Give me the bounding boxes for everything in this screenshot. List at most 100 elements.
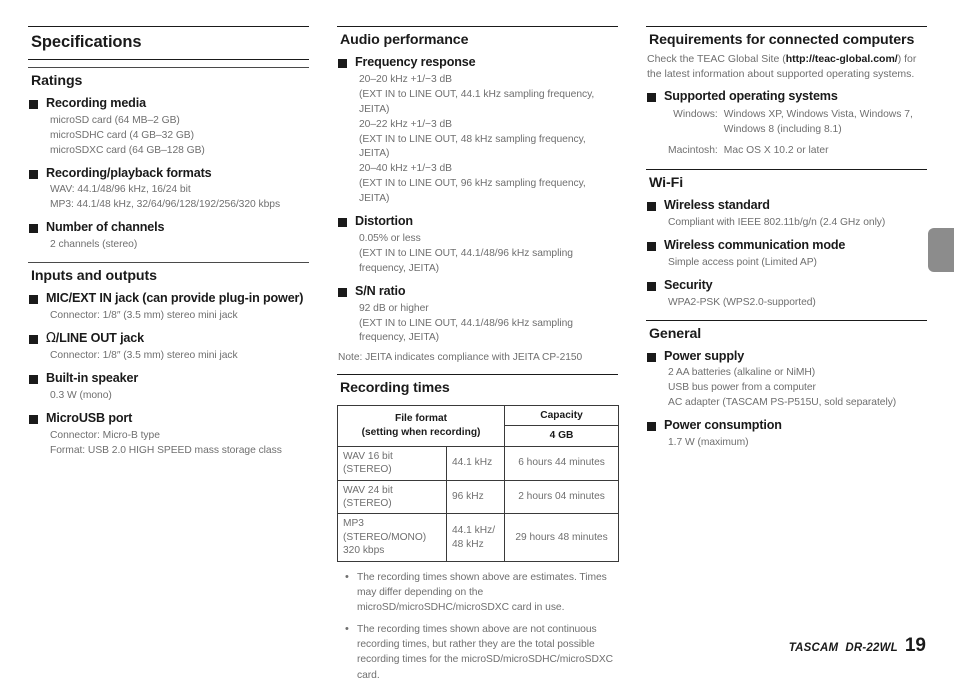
spec-item-microusb-port: MicroUSB port Connector: Micro-B type Fo…	[28, 411, 309, 459]
section-title-audio-performance: Audio performance	[340, 32, 469, 48]
spec-heading-text: MicroUSB port	[46, 410, 133, 425]
spec-item-security: Security WPA2-PSK (WPS2.0-supported)	[646, 278, 927, 311]
cell-time: 29 hours 48 minutes	[504, 513, 620, 562]
spec-item-distortion: Distortion 0.05% or less (EXT IN to LINE…	[337, 214, 618, 277]
spec-item-wireless-standard: Wireless standard Compliant with IEEE 80…	[646, 198, 927, 231]
spec-detail: Connector: 1/8″ (3.5 mm) stereo mini jac…	[50, 309, 309, 324]
teac-global-site-link[interactable]: http://teac-global.com/	[786, 53, 898, 65]
section-rule-general	[646, 319, 927, 321]
square-bullet-icon	[29, 375, 38, 385]
spec-heading: Distortion	[337, 214, 618, 230]
spec-heading-text: S/N ratio	[355, 283, 406, 298]
recording-times-table: File format (setting when recording) Cap…	[336, 404, 620, 562]
model-name: DR-22WL	[845, 642, 898, 654]
os-value: Mac OS X 10.2 or later	[723, 145, 829, 157]
specifications-page: Specifications Ratings Recording media m…	[0, 0, 954, 681]
supported-os-table: Windows: Windows XP, Windows Vista, Wind…	[668, 108, 927, 165]
section-title-inputs-outputs: Inputs and outputs	[31, 268, 157, 285]
section-title-general: General	[649, 325, 702, 342]
spec-heading: MIC/EXT IN jack (can provide plug-in pow…	[28, 291, 309, 307]
header-file-format: File format (setting when recording)	[336, 404, 506, 447]
cell-time: 2 hours 04 minutes	[504, 479, 620, 515]
square-bullet-icon	[647, 241, 656, 251]
spec-detail: Connector: 1/8″ (3.5 mm) stereo mini jac…	[50, 349, 309, 364]
spec-heading: MicroUSB port	[28, 411, 309, 427]
spec-detail: 2 channels (stereo)	[50, 238, 309, 253]
section-title-recording-times: Recording times	[340, 379, 450, 396]
spec-heading: Number of channels	[28, 220, 309, 236]
spec-heading-text: Wireless standard	[664, 198, 770, 213]
spec-detail-line: Simple access point (Limited AP)	[668, 256, 817, 268]
spec-heading: Power supply	[646, 349, 927, 365]
square-bullet-icon	[647, 202, 656, 212]
spec-detail-line: 20–40 kHz +1/−3 dB	[359, 163, 452, 175]
square-bullet-icon	[29, 224, 38, 234]
os-label: Windows:	[673, 109, 718, 121]
spec-heading: Frequency response	[337, 55, 618, 71]
spec-detail: 20–20 kHz +1/−3 dB (EXT IN to LINE OUT, …	[359, 73, 618, 207]
square-bullet-icon	[647, 352, 656, 362]
spec-detail: 92 dB or higher (EXT IN to LINE OUT, 44.…	[359, 302, 618, 347]
spec-heading: Security	[646, 278, 927, 294]
section-rule-wifi	[646, 169, 927, 171]
square-bullet-icon	[29, 334, 38, 344]
section-title-ratings: Ratings	[31, 73, 83, 89]
spec-heading-text: Built-in speaker	[46, 371, 139, 386]
square-bullet-icon	[29, 414, 38, 424]
spec-detail-line: Connector: Micro-B type	[50, 429, 160, 441]
spec-detail-line: USB bus power from a computer	[668, 382, 816, 394]
spec-heading: Recording media	[28, 96, 309, 112]
square-bullet-icon	[29, 169, 38, 179]
spec-item-line-out-jack: Ω/LINE OUT jack Connector: 1/8″ (3.5 mm)…	[28, 331, 309, 364]
cell-rate: 44.1 kHz/ 48 kHz	[445, 513, 506, 562]
column-ratings-io: Specifications Ratings Recording media m…	[28, 26, 309, 459]
square-bullet-icon	[647, 281, 656, 291]
square-bullet-icon	[647, 422, 656, 432]
spec-detail-line: 1.7 W (maximum)	[668, 437, 749, 449]
spec-item-sn-ratio: S/N ratio 92 dB or higher (EXT IN to LIN…	[337, 284, 618, 347]
spec-heading-text: Supported operating systems	[664, 88, 838, 103]
spec-heading: Recording/playback formats	[28, 166, 309, 182]
spec-detail: microSD card (64 MB–2 GB) microSDHC card…	[50, 114, 309, 159]
spec-heading-text: Wireless communication mode	[664, 237, 846, 252]
header-capacity-value: 4 GB	[504, 425, 620, 447]
spec-detail-line: (EXT IN to LINE OUT, 44.1/48/96 kHz samp…	[359, 247, 573, 274]
spec-detail-line: (EXT IN to LINE OUT, 96 kHz sampling fre…	[359, 178, 586, 205]
os-row: Windows: Windows XP, Windows Vista, Wind…	[668, 108, 927, 144]
os-label: Macintosh:	[668, 145, 718, 157]
section-rule-inputs-outputs	[28, 262, 309, 264]
spec-item-number-of-channels: Number of channels 2 channels (stereo)	[28, 220, 309, 253]
page-title: Specifications	[31, 33, 142, 51]
spec-detail: 1.7 W (maximum)	[668, 436, 927, 451]
spec-detail-line: 20–22 kHz +1/−3 dB	[359, 118, 452, 130]
spec-detail-line: 92 dB or higher	[359, 302, 429, 314]
section-rule-requirements	[646, 26, 927, 27]
spec-heading-text: Security	[664, 277, 713, 292]
spec-heading-text: MIC/EXT IN jack (can provide plug-in pow…	[46, 291, 304, 306]
spec-heading-text: Frequency response	[355, 55, 476, 69]
jeita-note: Note: JEITA indicates compliance with JE…	[338, 352, 583, 364]
spec-detail-line: Connector: 1/8″ (3.5 mm) stereo mini jac…	[50, 309, 238, 321]
spec-item-wireless-communication-mode: Wireless communication mode Simple acces…	[646, 238, 927, 271]
column-audio-recording-times: Audio performance Frequency response 20–…	[336, 26, 620, 690]
square-bullet-icon	[338, 59, 347, 68]
brand-name: TASCAM	[788, 642, 839, 654]
cell-rate: 96 kHz	[445, 479, 506, 515]
square-bullet-icon	[647, 92, 656, 102]
spec-item-power-consumption: Power consumption 1.7 W (maximum)	[646, 418, 927, 451]
spec-detail-line: 0.3 W (mono)	[50, 390, 112, 402]
column-requirements-wifi-general: Requirements for connected computers Che…	[646, 26, 927, 451]
spec-heading-text: Recording media	[46, 96, 146, 110]
spec-detail: 0.3 W (mono)	[50, 389, 309, 404]
spec-detail-line: Compliant with IEEE 802.11b/g/n (2.4 GHz…	[668, 217, 886, 229]
spec-detail-line: Format: USB 2.0 HIGH SPEED mass storage …	[50, 444, 282, 456]
cell-rate: 44.1 kHz	[445, 445, 506, 481]
spec-detail: WAV: 44.1/48/96 kHz, 16/24 bit MP3: 44.1…	[50, 183, 309, 213]
spec-detail-line: AC adapter (TASCAM PS-P515U, sold separa…	[668, 397, 897, 409]
recording-times-notes: The recording times shown above are esti…	[343, 569, 618, 683]
spec-detail: 2 AA batteries (alkaline or NiMH) USB bu…	[668, 366, 927, 411]
spec-detail-line: 2 channels (stereo)	[50, 239, 138, 251]
spec-detail-line: WPA2-PSK (WPS2.0-supported)	[668, 296, 816, 308]
chapter-edge-tab	[928, 228, 954, 272]
spec-heading: Wireless communication mode	[646, 238, 927, 254]
